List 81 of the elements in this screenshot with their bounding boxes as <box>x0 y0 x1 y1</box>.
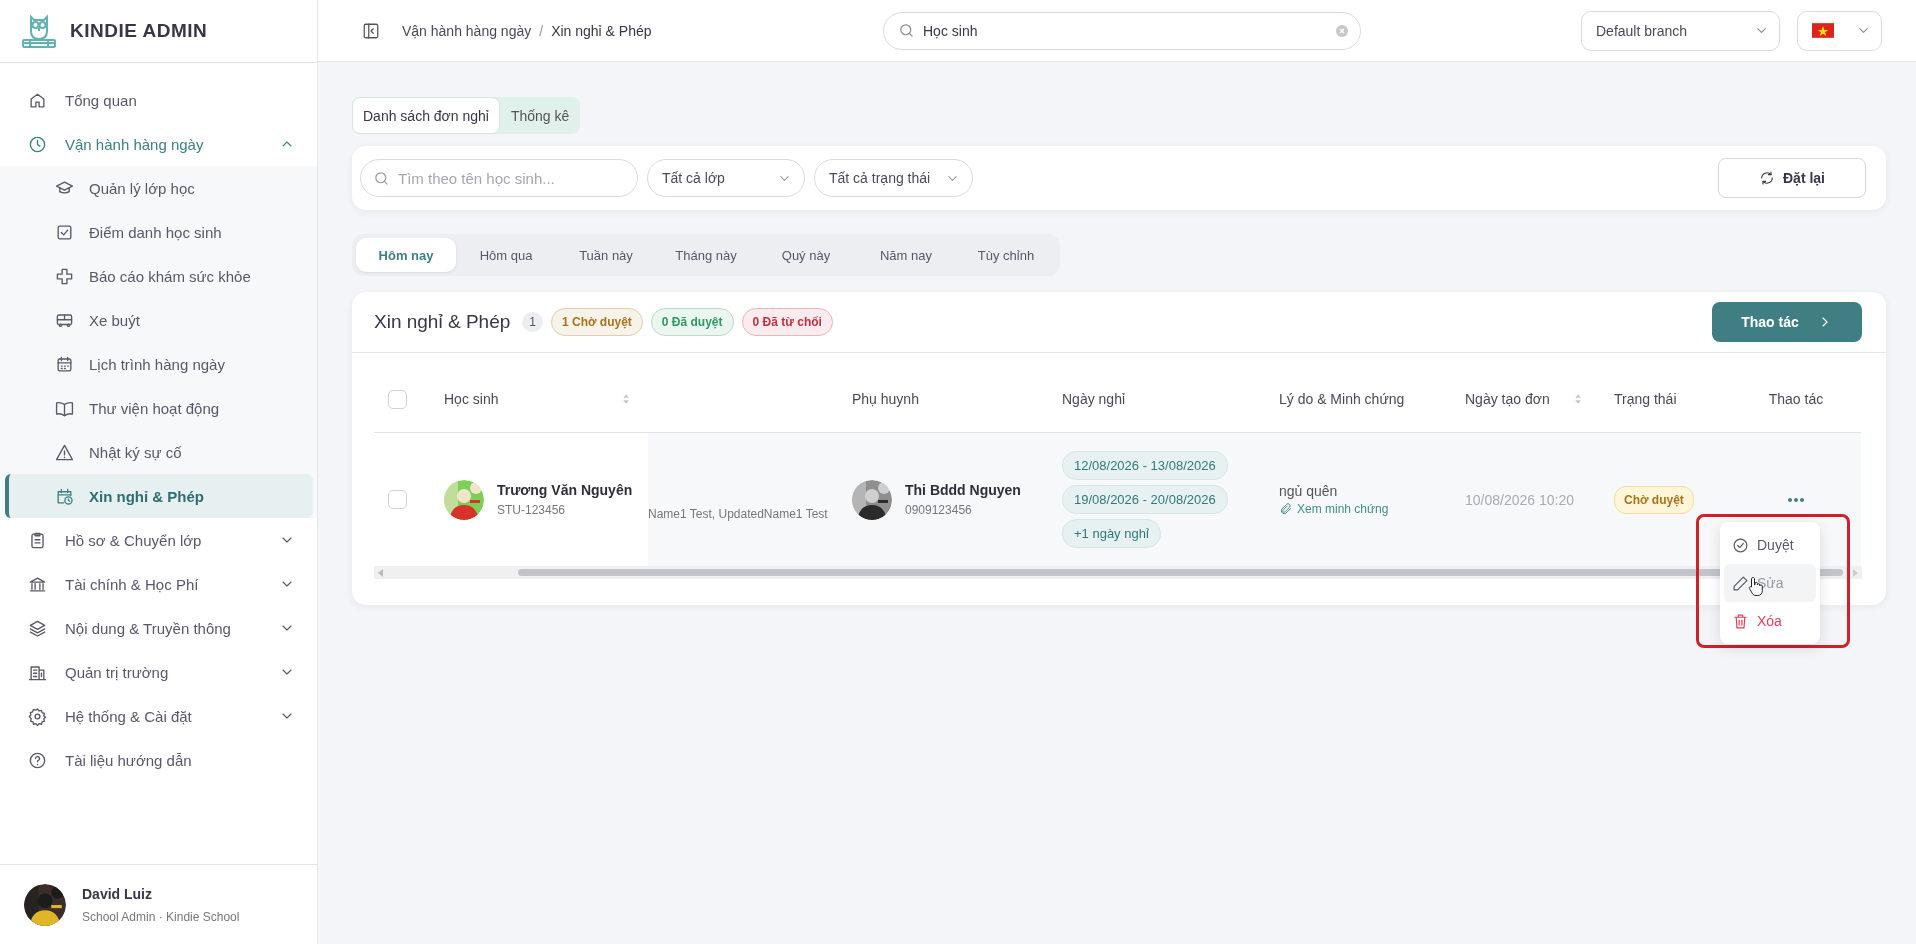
home-icon <box>28 90 47 110</box>
sidebar-item[interactable]: Tổng quan <box>0 78 317 122</box>
status-count-badge: 0 Đã từ chối <box>741 308 833 336</box>
sidebar-item[interactable]: Thư viện hoạt động <box>5 386 313 430</box>
menu-item[interactable]: Xóa <box>1724 602 1816 640</box>
gear-icon <box>28 706 47 726</box>
sidebar-item[interactable]: Hệ thống & Cài đặt <box>0 694 317 738</box>
calendar-icon <box>55 354 74 374</box>
sidebar-item[interactable]: Nhật ký sự cố <box>5 430 313 474</box>
check-circle-icon <box>1732 536 1749 554</box>
view-tab[interactable]: Danh sách đơn nghỉ <box>352 97 500 134</box>
leave-date-tag: +1 ngày nghỉ <box>1062 519 1161 548</box>
sidebar-item[interactable]: Quản lý lớp học <box>5 166 313 210</box>
count-badge: 1 <box>522 312 543 332</box>
menu-item[interactable]: Duyệt <box>1724 526 1816 564</box>
help-icon <box>28 750 47 770</box>
period-tab[interactable]: Tháng này <box>656 238 756 272</box>
sidebar-item[interactable]: Xe buýt <box>5 298 313 342</box>
student-name: Trương Văn Nguyên <box>497 482 633 498</box>
checkbox[interactable] <box>388 490 407 509</box>
search-icon <box>373 169 390 187</box>
created-date: 10/08/2026 10:20 <box>1465 491 1574 508</box>
breadcrumb-separator: / <box>539 22 544 39</box>
period-tab[interactable]: Hôm qua <box>456 238 556 272</box>
user-name: David Luiz <box>82 885 153 902</box>
trash-icon <box>1732 612 1749 630</box>
brand-name: KINDIE ADMIN <box>70 20 208 42</box>
branch-select[interactable]: Default branch <box>1581 10 1780 51</box>
sidebar-item[interactable]: Vận hành hàng ngày <box>0 122 317 166</box>
search-icon <box>898 22 915 39</box>
breadcrumb-item: Xin nghỉ & Phép <box>551 22 652 39</box>
flag-icon <box>1812 23 1834 38</box>
checked-square-icon <box>55 222 74 242</box>
sidebar-item[interactable]: Tài liệu hướng dẫn <box>0 738 317 782</box>
bank-icon <box>28 574 47 594</box>
sidebar-item[interactable]: Quản trị trường <box>0 650 317 694</box>
paperclip-icon <box>1279 502 1293 516</box>
period-tab[interactable]: Tuần này <box>556 238 656 272</box>
user-role: School Admin · Kindie School <box>82 909 240 924</box>
clear-icon[interactable] <box>1336 24 1348 37</box>
view-tab[interactable]: Thống kê <box>499 97 581 134</box>
table-cell-text: Name1 Test, UpdatedName1 Test <box>648 505 828 521</box>
warning-icon <box>55 442 74 462</box>
layers-icon <box>28 618 47 638</box>
refresh-icon <box>1759 170 1775 186</box>
reason-text: ngủ quên <box>1279 483 1339 499</box>
leave-date-tag: 19/08/2026 - 20/08/2026 <box>1062 485 1228 514</box>
evidence-link[interactable]: Xem minh chứng <box>1279 502 1389 516</box>
sidebar-item[interactable]: Xin nghỉ & Phép <box>5 474 313 518</box>
clipboard-icon <box>28 530 47 550</box>
leave-date-tag: 12/08/2026 - 13/08/2026 <box>1062 451 1228 480</box>
sidebar-item[interactable]: Lịch trình hàng ngày <box>5 342 313 386</box>
status-badge: Chờ duyệt <box>1614 485 1694 514</box>
horizontal-scrollbar[interactable] <box>374 566 1862 579</box>
period-tab[interactable]: Tùy chỉnh <box>956 238 1056 272</box>
period-tab[interactable]: Năm nay <box>856 238 956 272</box>
sidebar-item[interactable]: Tài chính & Học Phí <box>0 562 317 606</box>
sidebar-item[interactable]: Nội dung & Truyền thông <box>0 606 317 650</box>
sidebar-toggle-icon <box>362 21 380 40</box>
status-count-badge: 1 Chờ duyệt <box>550 308 643 336</box>
pencil-icon <box>1732 574 1749 592</box>
calendar-clock-icon <box>55 486 74 506</box>
sidebar-item[interactable]: Hồ sơ & Chuyển lớp <box>0 518 317 562</box>
language-select[interactable] <box>1797 10 1882 51</box>
more-icon[interactable] <box>1787 496 1805 503</box>
sidebar-item[interactable]: Điểm danh học sinh <box>5 210 313 254</box>
status-count-badge: 0 Đã duyệt <box>650 308 734 336</box>
reset-button[interactable]: Đặt lại <box>1718 158 1866 198</box>
owl-logo <box>20 13 58 49</box>
medical-cross-icon <box>55 266 74 286</box>
parent-name: Thi Bddd Nguyen <box>905 482 1021 498</box>
checkbox[interactable] <box>388 389 407 409</box>
sidebar-item[interactable]: Báo cáo khám sức khỏe <box>5 254 313 298</box>
period-tab[interactable]: Hôm nay <box>356 238 456 272</box>
clock-icon <box>28 134 47 154</box>
period-tab[interactable]: Quý này <box>756 238 856 272</box>
actions-button[interactable]: Thao tác <box>1712 302 1862 342</box>
breadcrumb-item[interactable]: Vận hành hàng ngày <box>402 22 532 39</box>
panel-title: Xin nghỉ & Phép <box>374 311 511 333</box>
parent-phone: 0909123456 <box>905 503 973 517</box>
student-code: STU-123456 <box>497 503 567 517</box>
